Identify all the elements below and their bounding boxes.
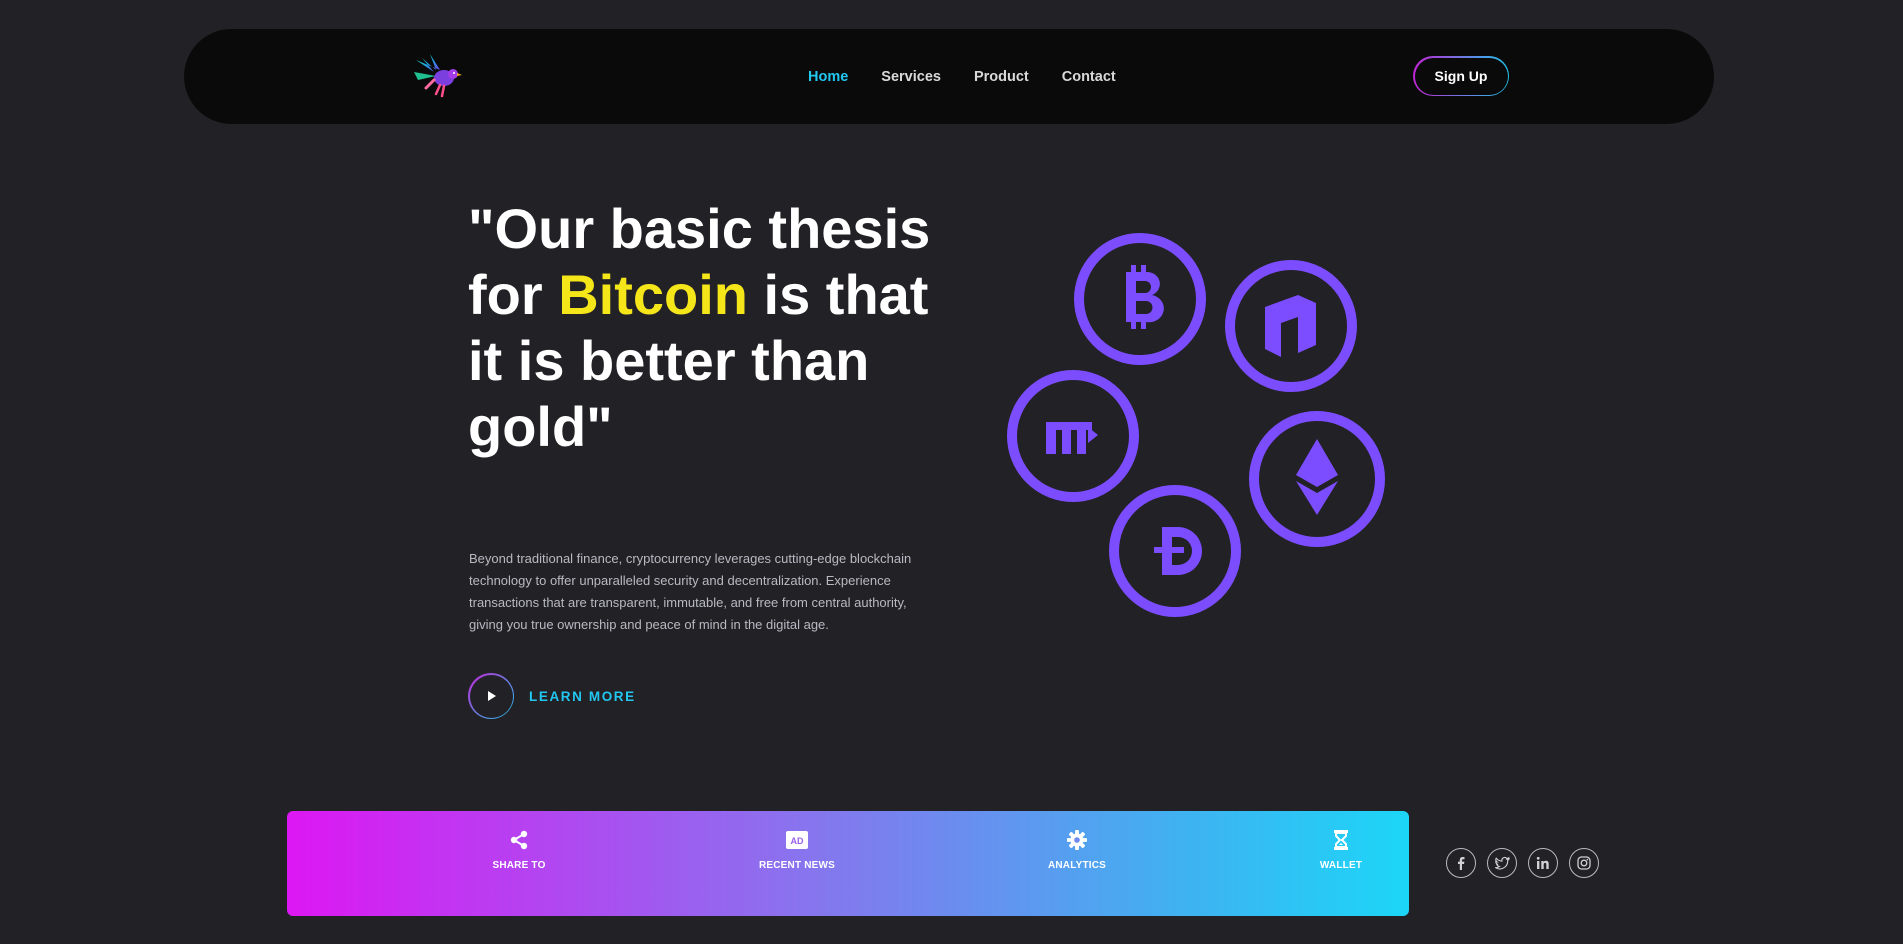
feature-label: RECENT NEWS bbox=[758, 860, 836, 871]
facebook-icon bbox=[1458, 857, 1465, 870]
hero-title-highlight: Bitcoin bbox=[558, 263, 748, 326]
instagram-icon bbox=[1577, 856, 1591, 870]
learn-more-button[interactable]: LEARN MORE bbox=[468, 673, 636, 719]
facebook-link[interactable] bbox=[1446, 848, 1476, 878]
navbar: Home Services Product Contact Sign Up bbox=[184, 29, 1714, 124]
bird-logo-icon[interactable] bbox=[412, 50, 464, 102]
feature-analytics[interactable]: ANALYTICS bbox=[997, 811, 1157, 916]
twitter-icon bbox=[1494, 856, 1510, 870]
nav-link-contact[interactable]: Contact bbox=[1062, 69, 1116, 85]
hourglass-icon bbox=[1334, 830, 1348, 850]
bitcoin-icon bbox=[1126, 265, 1164, 329]
svg-text:AD: AD bbox=[791, 836, 804, 846]
feature-label: ANALYTICS bbox=[1047, 860, 1107, 871]
monero-coin-ring bbox=[1007, 370, 1139, 502]
ethereum-icon bbox=[1296, 439, 1338, 515]
neo-coin-ring bbox=[1225, 260, 1357, 392]
nav-link-services[interactable]: Services bbox=[881, 69, 941, 85]
main-nav: Home Services Product Contact bbox=[808, 29, 1116, 124]
hero-title: "Our basic thesis for Bitcoin is that it… bbox=[468, 196, 948, 460]
social-links bbox=[1446, 848, 1599, 878]
twitter-link[interactable] bbox=[1487, 848, 1517, 878]
nav-link-product[interactable]: Product bbox=[974, 69, 1029, 85]
sign-up-button[interactable]: Sign Up bbox=[1413, 56, 1509, 96]
nav-link-home[interactable]: Home bbox=[808, 69, 848, 85]
feature-recent-news[interactable]: AD RECENT NEWS bbox=[717, 811, 877, 916]
feature-wallet[interactable]: WALLET bbox=[1261, 811, 1421, 916]
feature-share-to[interactable]: SHARE TO bbox=[439, 811, 599, 916]
linkedin-icon bbox=[1536, 856, 1549, 869]
share-icon bbox=[510, 830, 528, 850]
page: Home Services Product Contact Sign Up "O… bbox=[0, 0, 1903, 944]
feature-label: SHARE TO bbox=[492, 860, 546, 871]
dogecoin-icon bbox=[1154, 527, 1202, 575]
sign-up-label: Sign Up bbox=[1414, 57, 1508, 95]
play-icon bbox=[488, 691, 496, 701]
feature-label: WALLET bbox=[1319, 860, 1363, 871]
gear-icon bbox=[1067, 830, 1087, 850]
monero-icon bbox=[1046, 422, 1098, 454]
instagram-link[interactable] bbox=[1569, 848, 1599, 878]
linkedin-link[interactable] bbox=[1528, 848, 1558, 878]
ad-icon: AD bbox=[786, 831, 808, 849]
learn-more-label: LEARN MORE bbox=[529, 688, 636, 704]
feature-bar: SHARE TO AD RECENT NEWS ANALYTICS WALLET bbox=[287, 811, 1409, 916]
neo-icon bbox=[1265, 295, 1316, 357]
hero-description: Beyond traditional finance, cryptocurren… bbox=[469, 551, 912, 632]
crypto-coins-illustration bbox=[1007, 233, 1385, 617]
play-button[interactable] bbox=[468, 673, 514, 719]
